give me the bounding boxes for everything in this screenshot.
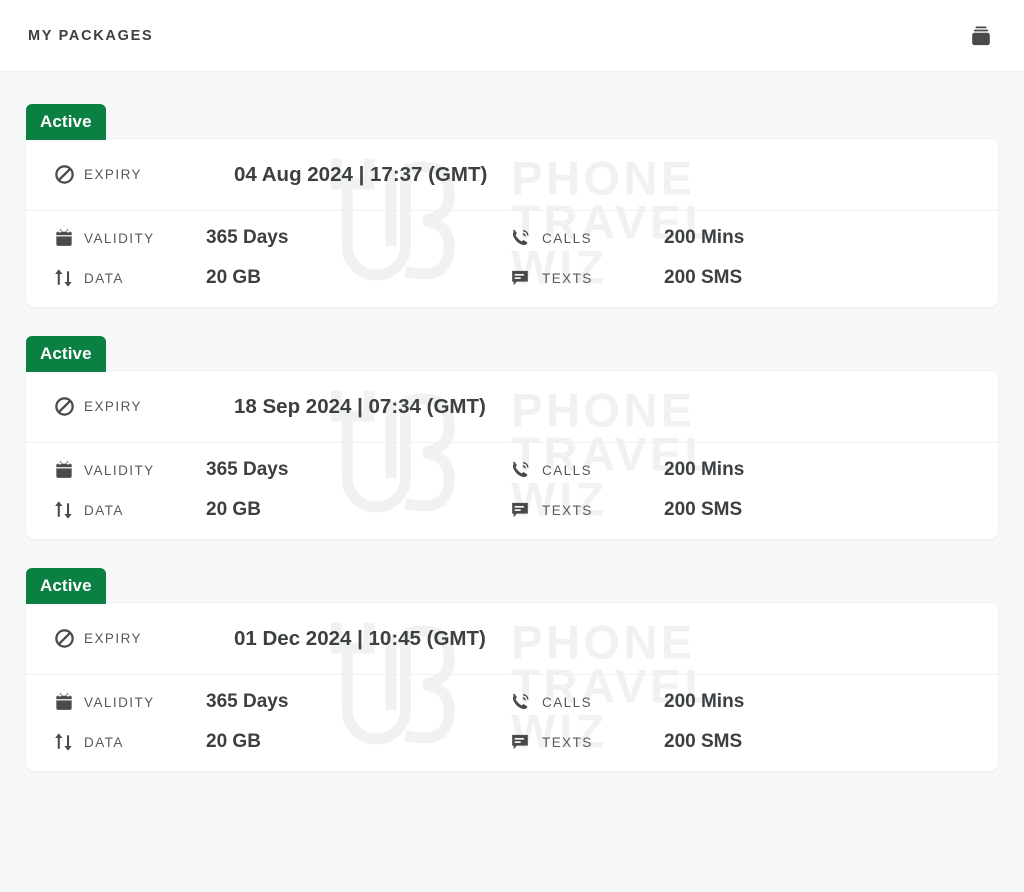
texts-label: TEXTS	[542, 271, 664, 286]
data-value: 20 GB	[206, 731, 261, 753]
field-texts: TEXTS 200 SMS	[510, 499, 744, 521]
texts-value: 200 SMS	[664, 499, 742, 521]
chat-bubble-icon	[510, 500, 542, 520]
details-grid: VALIDITY 365 Days	[26, 211, 998, 307]
calls-label: CALLS	[542, 463, 664, 478]
status-badge: Active	[26, 568, 106, 604]
package-card-body: PHONE TRAVEL WIZ	[26, 603, 998, 771]
texts-label: TEXTS	[542, 735, 664, 750]
details-grid: VALIDITY 365 Days	[26, 443, 998, 539]
calendar-icon	[54, 692, 84, 712]
package-card: Active	[26, 568, 998, 771]
package-card: Active	[26, 104, 998, 307]
validity-label: VALIDITY	[84, 231, 206, 246]
expiry-value: 01 Dec 2024 | 10:45 (GMT)	[234, 627, 486, 651]
texts-value: 200 SMS	[664, 267, 742, 289]
field-calls: CALLS 200 Mins	[510, 227, 744, 249]
expiry-value: 04 Aug 2024 | 17:37 (GMT)	[234, 163, 487, 187]
package-card-body: PHONE TRAVEL WIZ	[26, 371, 998, 539]
calls-value: 200 Mins	[664, 227, 744, 249]
field-expiry: EXPIRY 18 Sep 2024 | 07:34 (GMT)	[54, 395, 486, 419]
phone-call-icon	[510, 692, 542, 713]
field-data: DATA 20 GB	[54, 267, 510, 289]
phone-call-icon	[510, 228, 542, 249]
data-value: 20 GB	[206, 499, 261, 521]
details-column-left: VALIDITY 365 Days	[26, 227, 510, 289]
phone-call-icon	[510, 460, 542, 481]
details-column-left: VALIDITY 365 Days	[26, 459, 510, 521]
expiry-row: EXPIRY 04 Aug 2024 | 17:37 (GMT)	[26, 139, 998, 211]
validity-label: VALIDITY	[84, 695, 206, 710]
package-card-body: PHONE TRAVEL WIZ	[26, 139, 998, 307]
expiry-label: EXPIRY	[84, 167, 234, 182]
field-calls: CALLS 200 Mins	[510, 691, 744, 713]
package-card: Active	[26, 336, 998, 539]
expiry-label: EXPIRY	[84, 631, 234, 646]
texts-value: 200 SMS	[664, 731, 742, 753]
details-column-right: CALLS 200 Mins	[510, 227, 744, 289]
calls-label: CALLS	[542, 231, 664, 246]
details-column-left: VALIDITY 365 Days	[26, 691, 510, 753]
details-column-right: CALLS 200 Mins	[510, 691, 744, 753]
field-validity: VALIDITY 365 Days	[54, 227, 510, 249]
validity-value: 365 Days	[206, 459, 288, 481]
validity-value: 365 Days	[206, 227, 288, 249]
packages-list: Active	[0, 72, 1024, 771]
field-texts: TEXTS 200 SMS	[510, 731, 744, 753]
data-value: 20 GB	[206, 267, 261, 289]
details-grid: VALIDITY 365 Days	[26, 675, 998, 771]
validity-value: 365 Days	[206, 691, 288, 713]
data-label: DATA	[84, 503, 206, 518]
data-transfer-icon	[54, 500, 84, 520]
details-column-right: CALLS 200 Mins	[510, 459, 744, 521]
page-header: MY PACKAGES	[0, 0, 1024, 72]
data-label: DATA	[84, 271, 206, 286]
field-validity: VALIDITY 365 Days	[54, 459, 510, 481]
ban-icon	[54, 628, 84, 649]
field-data: DATA 20 GB	[54, 499, 510, 521]
status-badge: Active	[26, 336, 106, 372]
calls-value: 200 Mins	[664, 691, 744, 713]
calendar-icon	[54, 460, 84, 480]
validity-label: VALIDITY	[84, 463, 206, 478]
field-data: DATA 20 GB	[54, 731, 510, 753]
my-packages-page: MY PACKAGES Active	[0, 0, 1024, 892]
data-label: DATA	[84, 735, 206, 750]
calendar-icon	[54, 228, 84, 248]
data-transfer-icon	[54, 732, 84, 752]
calls-value: 200 Mins	[664, 459, 744, 481]
field-validity: VALIDITY 365 Days	[54, 691, 510, 713]
field-texts: TEXTS 200 SMS	[510, 267, 744, 289]
packages-stack-icon[interactable]	[964, 19, 998, 53]
texts-label: TEXTS	[542, 503, 664, 518]
data-transfer-icon	[54, 268, 84, 288]
status-badge: Active	[26, 104, 106, 140]
calls-label: CALLS	[542, 695, 664, 710]
field-expiry: EXPIRY 01 Dec 2024 | 10:45 (GMT)	[54, 627, 486, 651]
ban-icon	[54, 396, 84, 417]
field-calls: CALLS 200 Mins	[510, 459, 744, 481]
chat-bubble-icon	[510, 732, 542, 752]
expiry-row: EXPIRY 01 Dec 2024 | 10:45 (GMT)	[26, 603, 998, 675]
field-expiry: EXPIRY 04 Aug 2024 | 17:37 (GMT)	[54, 163, 487, 187]
ban-icon	[54, 164, 84, 185]
expiry-value: 18 Sep 2024 | 07:34 (GMT)	[234, 395, 486, 419]
chat-bubble-icon	[510, 268, 542, 288]
expiry-row: EXPIRY 18 Sep 2024 | 07:34 (GMT)	[26, 371, 998, 443]
page-title: MY PACKAGES	[28, 28, 153, 44]
expiry-label: EXPIRY	[84, 399, 234, 414]
